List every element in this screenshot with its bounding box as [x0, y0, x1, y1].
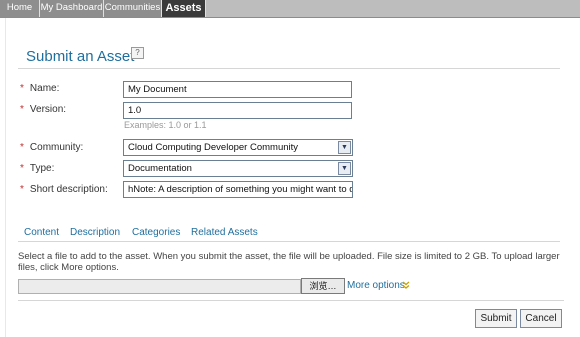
more-options-link[interactable]: More options [347, 280, 405, 291]
nav-tab-communities[interactable]: Communities [104, 0, 162, 17]
tab-categories[interactable]: Categories [132, 227, 180, 238]
nav-tab-my-dashboard[interactable]: My Dashboard [40, 0, 104, 17]
chevron-down-icon[interactable]: ▼ [338, 162, 351, 175]
asset-section-tabs: Content Description Categories Related A… [18, 227, 560, 242]
required-marker: * [20, 83, 24, 94]
version-hint: Examples: 1.0 or 1.1 [124, 120, 207, 130]
name-label: * Name: [20, 83, 60, 94]
version-field[interactable]: 1.0 [123, 102, 352, 119]
type-select[interactable]: Documentation ▼ [123, 160, 353, 177]
required-marker: * [20, 142, 24, 153]
upload-instructions: Select a file to add to the asset. When … [18, 251, 560, 273]
community-select[interactable]: Cloud Computing Developer Community ▼ [123, 139, 353, 156]
short-description-label: * Short description: [20, 184, 108, 195]
file-path-field[interactable] [18, 279, 301, 294]
chevron-down-icon[interactable]: ▼ [338, 141, 351, 154]
tab-content[interactable]: Content [24, 227, 59, 238]
top-navigation: Home My Dashboard Communities Assets [0, 0, 580, 18]
help-icon[interactable]: ? [131, 47, 144, 59]
divider [18, 300, 564, 301]
tab-description[interactable]: Description [70, 227, 120, 238]
type-value: Documentation [128, 163, 192, 174]
page-header: Submit an Asset [18, 42, 560, 69]
submit-button[interactable]: Submit [475, 309, 517, 328]
community-label: * Community: [20, 142, 84, 153]
double-chevron-down-icon[interactable] [402, 281, 410, 291]
nav-tab-home[interactable]: Home [0, 0, 40, 17]
page-title: Submit an Asset [26, 48, 135, 65]
required-marker: * [20, 184, 24, 195]
cancel-button[interactable]: Cancel [520, 309, 562, 328]
nav-tab-assets[interactable]: Assets [162, 0, 206, 17]
community-value: Cloud Computing Developer Community [128, 142, 299, 153]
type-label: * Type: [20, 163, 55, 174]
browse-button[interactable]: 浏览… [301, 278, 345, 294]
version-label: * Version: [20, 104, 67, 115]
frame-border [5, 18, 6, 337]
short-description-field[interactable]: hNote: A description of something you mi… [123, 181, 353, 198]
required-marker: * [20, 163, 24, 174]
tab-related-assets[interactable]: Related Assets [191, 227, 258, 238]
name-field[interactable]: My Document [123, 81, 352, 98]
required-marker: * [20, 104, 24, 115]
